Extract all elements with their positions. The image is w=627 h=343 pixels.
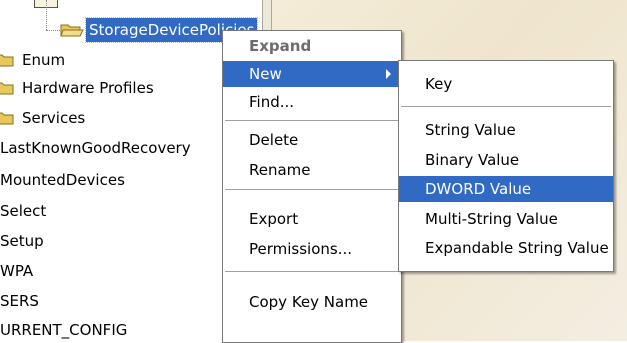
menu-separator — [401, 106, 611, 107]
submenu-item-expandable-string-value[interactable]: Expandable String Value — [399, 235, 613, 261]
menu-item-export[interactable]: Export — [223, 206, 401, 232]
menu-separator — [225, 189, 399, 190]
submenu-arrow-icon — [386, 69, 391, 79]
tree-item-label: Setup — [0, 232, 44, 250]
folder-icon — [0, 112, 14, 125]
submenu-item-key[interactable]: Key — [399, 71, 613, 97]
tree-item-label: LastKnownGoodRecovery — [0, 139, 191, 157]
menu-item-label: New — [249, 65, 282, 83]
submenu-item-binary-value[interactable]: Binary Value — [399, 147, 613, 173]
tree-connector-line — [46, 30, 60, 31]
menu-separator — [225, 120, 399, 121]
tree-connector-line — [46, 0, 47, 30]
tree-item-label: MountedDevices — [0, 171, 125, 189]
menu-item-new[interactable]: New — [223, 61, 401, 87]
tree-item-label: Enum — [22, 51, 66, 69]
menu-item-permissions[interactable]: Permissions... — [223, 236, 401, 262]
menu-item-rename[interactable]: Rename — [223, 157, 401, 183]
new-submenu: Key String Value Binary Value DWORD Valu… — [398, 60, 614, 272]
menu-item-find[interactable]: Find... — [223, 89, 401, 115]
tree-item-label: URRENT_CONFIG — [0, 321, 128, 339]
menu-separator — [225, 271, 399, 272]
tree-item-label: Select — [0, 202, 47, 220]
folder-open-icon — [60, 24, 84, 37]
folder-icon — [0, 82, 14, 95]
context-menu: Expand New Find... Delete Rename Export … — [222, 30, 402, 343]
menu-item-expand[interactable]: Expand — [223, 33, 401, 59]
submenu-item-string-value[interactable]: String Value — [399, 117, 613, 143]
tree-item-label: SERS — [0, 292, 39, 310]
menu-item-delete[interactable]: Delete — [223, 127, 401, 153]
tree-item-label: Hardware Profiles — [22, 79, 154, 97]
folder-icon — [0, 54, 14, 67]
submenu-item-multi-string-value[interactable]: Multi-String Value — [399, 206, 613, 232]
submenu-item-dword-value[interactable]: DWORD Value — [399, 176, 613, 202]
tree-item-label: Services — [22, 109, 86, 127]
tree-item-label: WPA — [0, 262, 34, 280]
menu-item-copy-key-name[interactable]: Copy Key Name — [223, 289, 401, 315]
